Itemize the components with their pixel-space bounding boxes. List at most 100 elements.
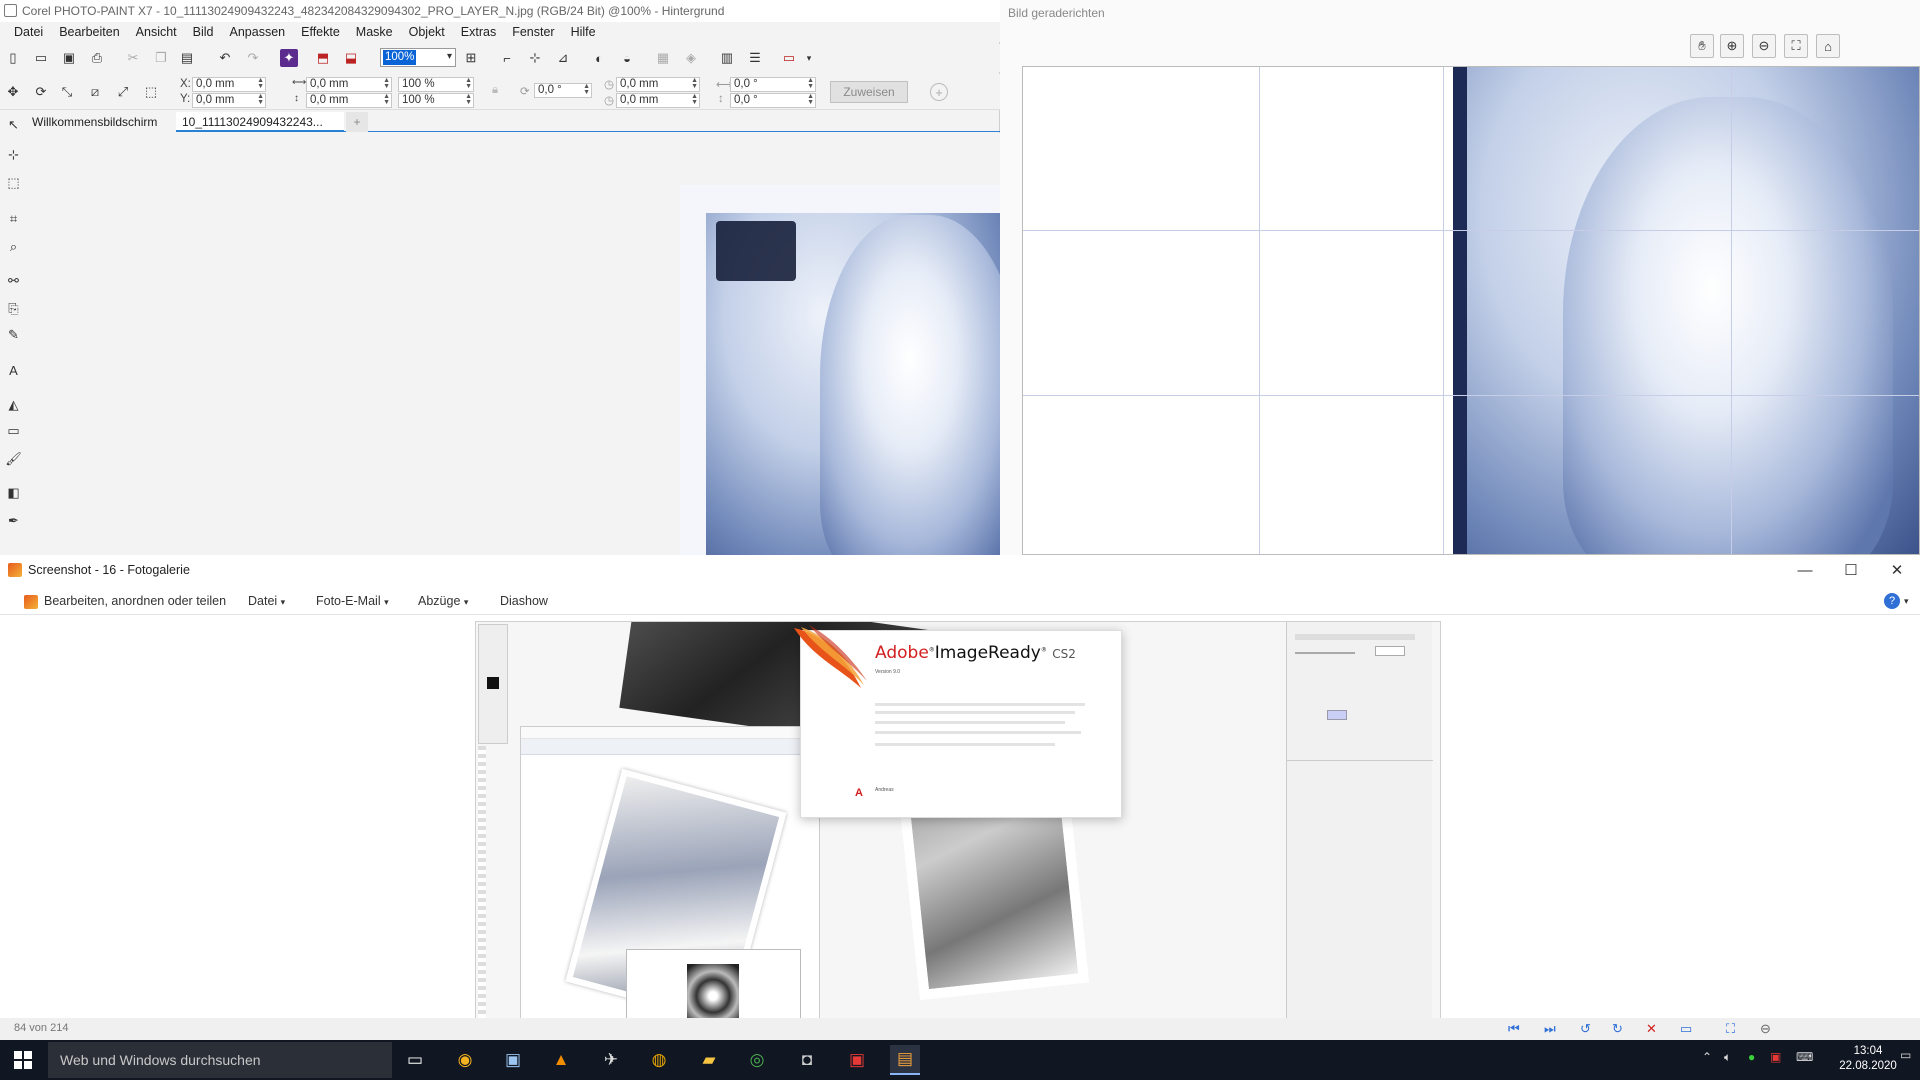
spin-icon[interactable]: ▲ ▼ (465, 93, 472, 106)
center-x-field[interactable]: 0,0 mm ▲ ▼ (616, 77, 700, 92)
tray-clock[interactable]: 13:04 22.08.2020 (1832, 1044, 1904, 1074)
eyedropper-tool-icon[interactable]: ✒ (5, 512, 22, 529)
scale-width-field[interactable]: 100 % ▲ ▼ (398, 77, 474, 92)
help-icon[interactable]: ? (1884, 593, 1900, 609)
open-icon[interactable]: ▭ (32, 49, 50, 67)
menu-prints[interactable]: Abzüge ▾ (418, 594, 468, 608)
burn-app-icon[interactable]: ◍ (644, 1045, 674, 1075)
rotate-right-icon[interactable]: ↻ (1612, 1021, 1623, 1037)
text-tool-icon[interactable]: A (5, 362, 22, 379)
export-icon[interactable]: ⬓ (342, 49, 360, 67)
next-icon[interactable]: ⏭ (1544, 1021, 1556, 1037)
spin-icon[interactable]: ▲ ▼ (583, 83, 590, 96)
apply-button[interactable]: Zuweisen (830, 81, 908, 103)
skew-angle-v-field[interactable]: 0,0 ° ▲ ▼ (730, 93, 816, 108)
y-position-field[interactable]: 0,0 mm ▲ ▼ (192, 93, 266, 108)
task-view-icon[interactable]: ▭ (400, 1045, 430, 1075)
zoom-fit-icon[interactable]: ⛶ (1784, 34, 1808, 58)
import-icon[interactable]: ⬒ (314, 49, 332, 67)
menu-bild[interactable]: Bild (185, 25, 222, 39)
skew-mode-icon[interactable]: ⧄ (86, 83, 104, 101)
shape-tool-icon[interactable]: ▭ (5, 422, 22, 439)
minimize-icon[interactable]: — (1782, 555, 1828, 585)
copy-icon[interactable]: ❐ (152, 49, 170, 67)
center-y-field[interactable]: 0,0 mm ▲ ▼ (616, 93, 700, 108)
zoom-in-icon[interactable]: ⊕ (1720, 34, 1744, 58)
rotate-mode-icon[interactable]: ⟳ (32, 83, 50, 101)
rotation-angle-field[interactable]: 0,0 ° ▲ ▼ (534, 83, 592, 98)
chevron-down-icon[interactable]: ▾ (800, 49, 818, 67)
close-icon[interactable]: ✕ (1874, 555, 1920, 585)
x-position-field[interactable]: 0,0 mm ▲ ▼ (192, 77, 266, 92)
menu-file[interactable]: Datei ▾ (248, 594, 285, 608)
width-field[interactable]: 0,0 mm ▲ ▼ (306, 77, 392, 92)
pick-tool-icon[interactable]: ↖ (5, 116, 22, 133)
volume-icon[interactable]: 🔈︎ (1724, 1050, 1731, 1065)
tray-overflow-icon[interactable]: ⌃ (1702, 1050, 1712, 1064)
redo-icon[interactable]: ↷ (244, 49, 262, 67)
security-icon[interactable]: ● (1748, 1050, 1755, 1064)
spin-icon[interactable]: ▲ ▼ (807, 93, 814, 106)
new-icon[interactable]: ▯ (4, 49, 22, 67)
paste-icon[interactable]: ▤ (178, 49, 196, 67)
spin-icon[interactable]: ▲ ▼ (257, 77, 264, 90)
chrome-icon[interactable]: ◎ (742, 1045, 772, 1075)
vlc-icon[interactable]: ▲ (546, 1045, 576, 1075)
spin-icon[interactable]: ▲ ▼ (383, 77, 390, 90)
drop-shadow-tool-icon[interactable]: ◧ (5, 484, 22, 501)
spin-icon[interactable]: ▲ ▼ (691, 93, 698, 106)
pan-icon[interactable]: ✋︎ (1690, 34, 1714, 58)
spin-icon[interactable]: ▲ ▼ (465, 77, 472, 90)
spin-icon[interactable]: ▲ ▼ (383, 93, 390, 106)
tab-add-button[interactable]: + (346, 112, 368, 132)
welcome-screen-icon[interactable]: ▭ (780, 49, 798, 67)
fill-tool-icon[interactable]: ◭ (5, 396, 22, 413)
zoom-out-icon[interactable]: ⊖ (1752, 34, 1776, 58)
spin-icon[interactable]: ▲ ▼ (807, 77, 814, 90)
menu-maske[interactable]: Maske (348, 25, 401, 39)
tab-welcome[interactable]: Willkommensbildschirm (26, 112, 176, 132)
corel-photo-paint-icon[interactable]: ▣ (842, 1045, 872, 1075)
fit-window-icon[interactable]: ⛶ (1726, 1021, 1735, 1037)
save-icon[interactable]: ▣ (60, 49, 78, 67)
perspective-mode-icon[interactable]: ⬚ (142, 83, 160, 101)
mask-marquee-icon[interactable]: ◒ (618, 49, 636, 67)
menu-datei[interactable]: Datei (6, 25, 51, 39)
file-explorer-icon[interactable]: ▰ (694, 1045, 724, 1075)
paint-tool-icon[interactable]: 🖌︎ (5, 450, 22, 467)
scale-mode-icon[interactable]: ⤡ (58, 83, 76, 101)
menu-ansicht[interactable]: Ansicht (128, 25, 185, 39)
rulers-icon[interactable]: ⌐ (498, 49, 516, 67)
rectangle-mask-icon[interactable]: ⬚ (5, 174, 22, 191)
start-button[interactable] (0, 1040, 46, 1080)
slideshow-icon[interactable]: ▭ (1680, 1021, 1692, 1037)
add-icon[interactable]: + (930, 83, 948, 101)
corel-connect-icon[interactable]: ✦ (280, 49, 298, 67)
menu-photo-email[interactable]: Foto-E-Mail ▾ (316, 594, 389, 608)
maximize-icon[interactable]: ☐ (1828, 555, 1874, 585)
scale-height-field[interactable]: 100 % ▲ ▼ (398, 93, 474, 108)
mask-transform-icon[interactable]: ⊹ (5, 146, 22, 163)
photo-gallery-taskbar-icon[interactable]: ▤ (890, 1045, 920, 1075)
print-icon[interactable]: ⎙ (88, 49, 106, 67)
options-icon[interactable]: ☰ (746, 49, 764, 67)
zoom-level-select[interactable]: 100% ▾ (380, 48, 456, 67)
menu-anpassen[interactable]: Anpassen (222, 25, 294, 39)
spin-icon[interactable]: ▲ ▼ (691, 77, 698, 90)
keyboard-icon[interactable]: ⌨ (1796, 1050, 1813, 1064)
tab-document[interactable]: 10_11113024909432243... (176, 112, 344, 132)
fit-view-icon[interactable]: ⊞ (462, 49, 480, 67)
position-mode-icon[interactable]: ✥ (4, 83, 22, 101)
airplane-app-icon[interactable]: ✈ (596, 1045, 626, 1075)
zoom-slider-icon[interactable]: ⊖ (1760, 1021, 1771, 1037)
delete-icon[interactable]: ✕ (1646, 1021, 1657, 1037)
notifications-icon[interactable]: ▭ (1900, 1048, 1911, 1062)
document-canvas[interactable] (26, 133, 1000, 555)
previous-icon[interactable]: ⏮ (1508, 1021, 1520, 1037)
crop-tool-icon[interactable]: ⌗ (5, 210, 22, 227)
chevron-down-icon[interactable]: ▾ (1904, 596, 1909, 607)
camera-app-icon[interactable]: ◘ (792, 1045, 822, 1075)
network-icon[interactable]: ▣ (1770, 1050, 1781, 1064)
menu-objekt[interactable]: Objekt (401, 25, 453, 39)
snap-icon[interactable]: ⊿ (554, 49, 572, 67)
